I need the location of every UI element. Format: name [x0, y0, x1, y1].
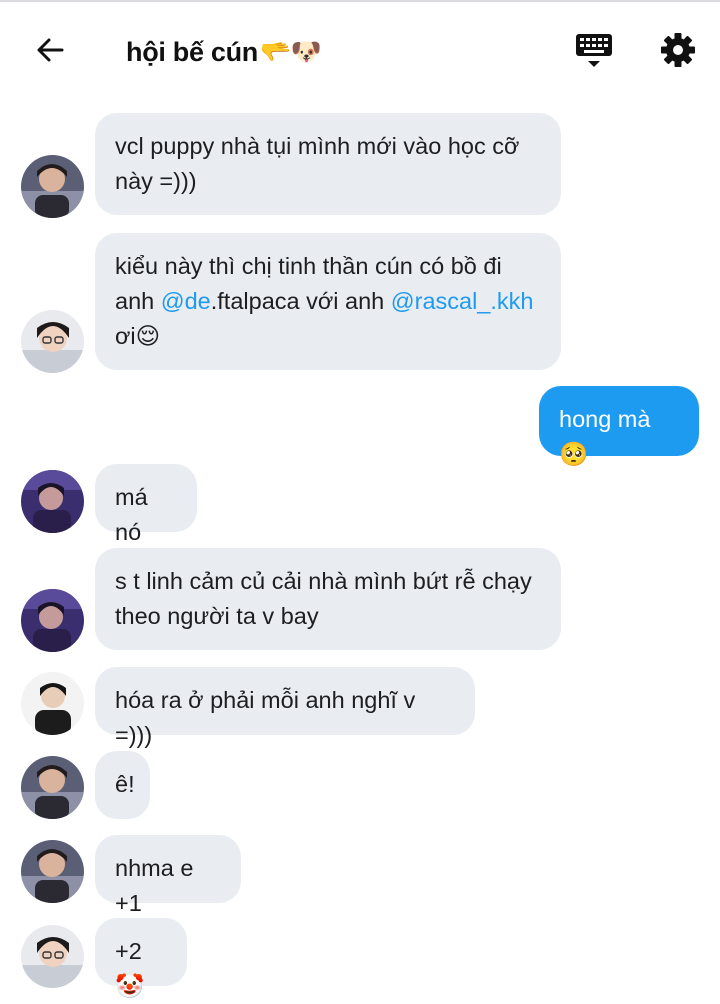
sender-avatar[interactable]: [21, 155, 84, 218]
sender-avatar[interactable]: [21, 756, 84, 819]
message-text: .ftalpaca với anh: [210, 288, 391, 314]
sender-avatar[interactable]: [21, 310, 84, 373]
message-text: má nó: [115, 484, 148, 545]
message-text: +2: [115, 938, 142, 964]
message-bubble[interactable]: hóa ra ở phải mỗi anh nghĩ v =))): [95, 667, 475, 748]
message-text: ơi: [115, 323, 136, 349]
user-mention[interactable]: @de: [161, 288, 211, 314]
settings-button[interactable]: [656, 28, 700, 72]
group-title: hội bế cún 🫳🐶: [126, 30, 322, 74]
sender-avatar[interactable]: [21, 925, 84, 988]
avatar-image: [21, 470, 84, 533]
message-bubble[interactable]: kiểu này thì chị tinh thần cún có bồ đi …: [95, 233, 561, 370]
message-text: vcl puppy nhà tụi mình mới vào học cỡ nà…: [115, 133, 520, 194]
message-bubble[interactable]: vcl puppy nhà tụi mình mới vào học cỡ nà…: [95, 113, 561, 215]
avatar-image: [21, 756, 84, 819]
keyboard-toggle-button[interactable]: [572, 28, 616, 72]
sender-avatar[interactable]: [21, 840, 84, 903]
gear-icon: [661, 33, 695, 67]
message-bubble[interactable]: nhma e +1: [95, 835, 241, 916]
back-button[interactable]: [30, 30, 70, 70]
chat-header: hội bế cún 🫳🐶: [0, 0, 720, 100]
sender-avatar[interactable]: [21, 672, 84, 735]
message-bubble[interactable]: ê!: [95, 751, 150, 819]
outgoing-message-bubble[interactable]: hong mà 🥺: [539, 386, 699, 467]
message-text: nhma e +1: [115, 855, 194, 916]
message-text: hong mà: [559, 406, 651, 432]
group-title-text: hội bế cún: [126, 36, 259, 67]
message-bubble[interactable]: +2 🤡: [95, 918, 187, 999]
emoji: 😌: [135, 323, 161, 349]
avatar-image: [21, 840, 84, 903]
emoji: 🤡: [115, 973, 145, 999]
avatar-image: [21, 589, 84, 652]
emoji: 🥺: [559, 441, 589, 467]
group-title-emoji: 🫳🐶: [260, 37, 322, 66]
message-text: hóa ra ở phải mỗi anh nghĩ v =))): [115, 687, 416, 748]
sender-avatar[interactable]: [21, 589, 84, 652]
back-arrow-icon: [37, 38, 64, 62]
avatar-image: [21, 310, 84, 373]
message-bubble[interactable]: má nó: [95, 464, 197, 545]
message-text: ê!: [115, 771, 135, 797]
message-text: s t linh cảm củ cải nhà mình bứt rễ chạy…: [115, 568, 532, 629]
avatar-image: [21, 672, 84, 735]
avatar-image: [21, 925, 84, 988]
message-bubble[interactable]: s t linh cảm củ cải nhà mình bứt rễ chạy…: [95, 548, 561, 650]
user-mention[interactable]: @rascal_.kkh: [391, 288, 534, 314]
sender-avatar[interactable]: [21, 470, 84, 533]
avatar-image: [21, 155, 84, 218]
keyboard-icon: [576, 34, 612, 67]
